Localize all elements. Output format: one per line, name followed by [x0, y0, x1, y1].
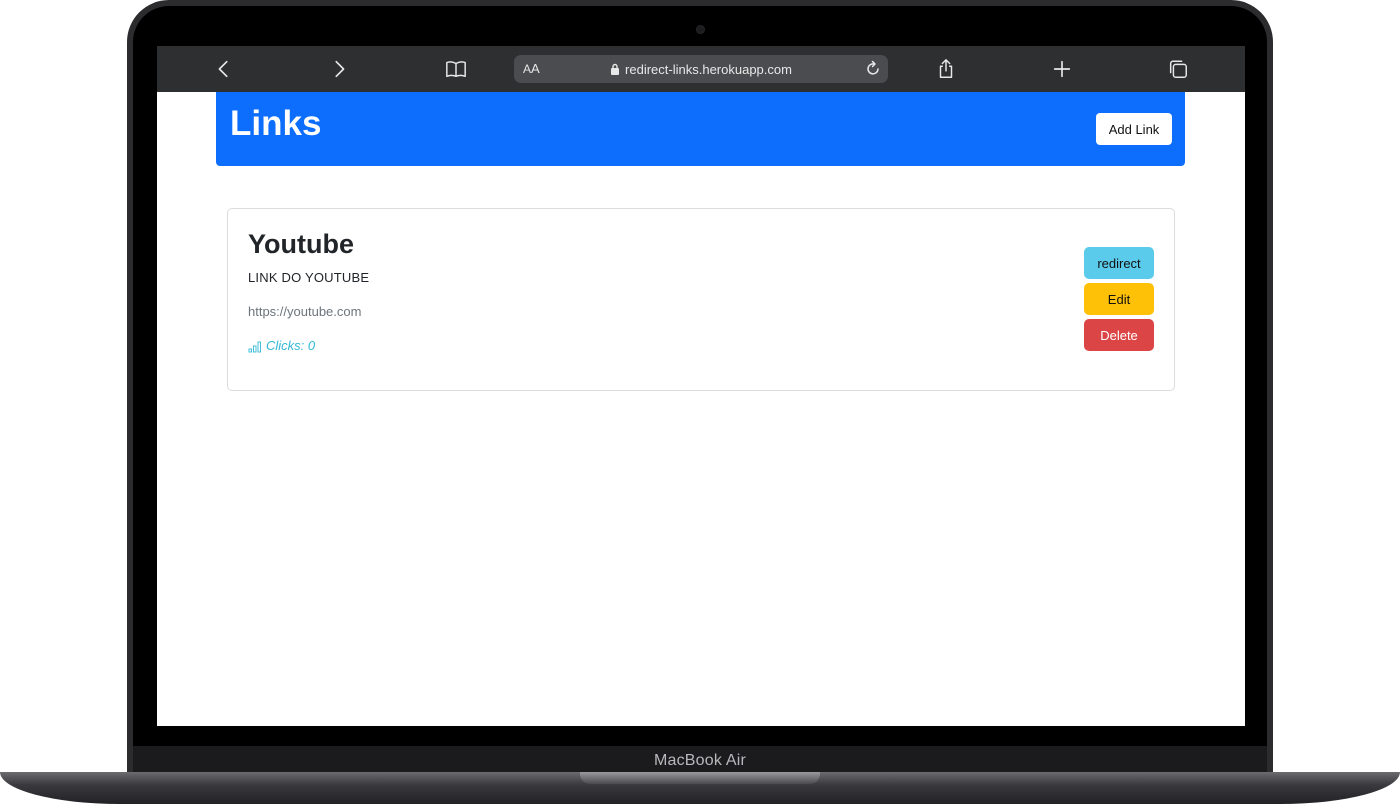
bar-chart-icon: [248, 341, 261, 352]
bookmarks-icon[interactable]: [444, 57, 468, 81]
link-card: Youtube LINK DO YOUTUBE https://youtube.…: [227, 208, 1175, 391]
laptop-hinge-notch: [580, 772, 820, 784]
model-label: MacBook Air: [653, 752, 746, 769]
new-tab-icon[interactable]: [1050, 57, 1074, 81]
link-url: https://youtube.com: [248, 304, 362, 319]
redirect-button[interactable]: redirect: [1084, 247, 1154, 279]
clicks-counter: Clicks: 0: [248, 338, 315, 353]
browser-window: AA redirect-links.herokuapp.com Links Ad…: [157, 46, 1245, 726]
page-header: Links Add Link: [216, 92, 1185, 166]
back-icon[interactable]: [212, 57, 236, 81]
camera-icon: [697, 26, 704, 33]
url-text[interactable]: redirect-links.herokuapp.com: [625, 62, 792, 77]
forward-icon[interactable]: [327, 57, 351, 81]
delete-button[interactable]: Delete: [1084, 319, 1154, 351]
page-title: Links: [230, 104, 322, 143]
link-description: LINK DO YOUTUBE: [248, 270, 370, 285]
reload-icon[interactable]: [864, 60, 882, 78]
tabs-icon[interactable]: [1166, 57, 1190, 81]
add-link-button[interactable]: Add Link: [1096, 113, 1172, 145]
link-title: Youtube: [248, 229, 354, 259]
edit-button[interactable]: Edit: [1084, 283, 1154, 315]
clicks-label: Clicks: 0: [266, 338, 316, 353]
browser-toolbar: AA redirect-links.herokuapp.com: [157, 46, 1245, 92]
address-bar[interactable]: AA redirect-links.herokuapp.com: [514, 55, 888, 83]
share-icon[interactable]: [934, 57, 958, 81]
lock-icon: [610, 63, 620, 75]
